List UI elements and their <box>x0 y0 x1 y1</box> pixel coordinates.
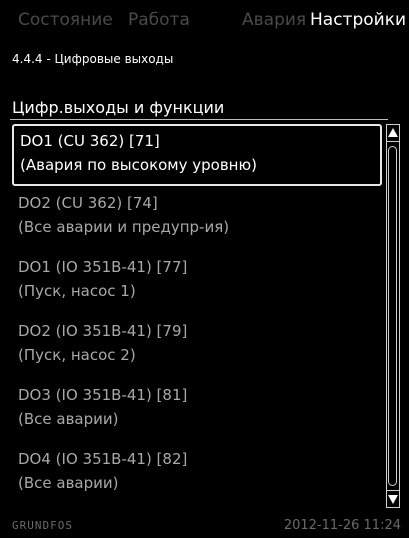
list-item-do2-io351b[interactable]: DO2 (IO 351B-41) [79] (Пуск, насос 2) <box>12 316 382 378</box>
list-item-do4-io351b[interactable]: DO4 (IO 351B-41) [82] (Все аварии) <box>12 444 382 506</box>
list-item-do2-cu362[interactable]: DO2 (CU 362) [74] (Все аварии и предупр-… <box>12 188 382 250</box>
list-item-function: (Пуск, насос 1) <box>18 282 136 300</box>
tab-settings[interactable]: Настройки <box>310 10 406 30</box>
breadcrumb: 4.4.4 - Цифровые выходы <box>12 52 174 66</box>
list-item-do1-cu362[interactable]: DO1 (CU 362) [71] (Авария по высокому ур… <box>12 124 382 186</box>
tab-status[interactable]: Состояние <box>18 10 113 30</box>
scroll-down-button[interactable] <box>386 490 400 508</box>
list-item-title: DO1 (CU 362) [71] <box>20 132 160 150</box>
list-item-function: (Авария по высокому уровню) <box>20 156 257 174</box>
scrollbar-thumb[interactable] <box>388 146 397 486</box>
section-title: Цифр.выходы и функции <box>12 98 225 117</box>
datetime-display: 2012-11-26 11:24 <box>283 518 401 533</box>
list-item-title: DO3 (IO 351B-41) [81] <box>18 386 188 404</box>
list-item-title: DO2 (IO 351B-41) [79] <box>18 322 188 340</box>
list-item-title: DO4 (IO 351B-41) [82] <box>18 450 188 468</box>
tab-bar: Состояние Работа Авария Настройки <box>0 0 409 46</box>
list-item-title: DO2 (CU 362) [74] <box>18 194 158 212</box>
list-item-do3-io351b[interactable]: DO3 (IO 351B-41) [81] (Все аварии) <box>12 380 382 442</box>
list-item-do1-io351b[interactable]: DO1 (IO 351B-41) [77] (Пуск, насос 1) <box>12 252 382 314</box>
tab-alarm[interactable]: Авария <box>242 10 306 30</box>
list-item-function: (Все аварии и предупр-ия) <box>18 218 230 236</box>
digital-outputs-list: DO1 (CU 362) [71] (Авария по высокому ур… <box>12 124 384 508</box>
list-item-function: (Все аварии) <box>18 474 119 492</box>
list-item-function: (Все аварии) <box>18 410 119 428</box>
brand-logo: GRUNDFOS <box>12 519 73 532</box>
scroll-up-button[interactable] <box>386 124 400 142</box>
tab-operation[interactable]: Работа <box>128 10 190 30</box>
arrow-up-icon <box>388 128 398 137</box>
status-footer: GRUNDFOS 2012-11-26 11:24 <box>0 516 409 538</box>
section-divider <box>10 119 388 120</box>
list-item-title: DO1 (IO 351B-41) [77] <box>18 258 188 276</box>
scrollbar[interactable] <box>386 124 402 508</box>
arrow-down-icon <box>388 495 398 504</box>
list-item-function: (Пуск, насос 2) <box>18 346 136 364</box>
